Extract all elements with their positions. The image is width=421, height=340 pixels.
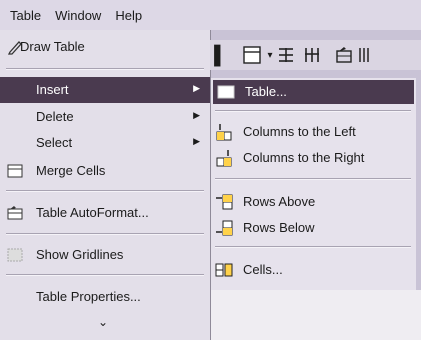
draw-table-label: Draw Table — [20, 39, 85, 54]
insert-table-icon[interactable] — [242, 45, 262, 65]
submenu-separator — [215, 178, 411, 180]
show-gridlines-item[interactable]: Show Gridlines — [0, 242, 210, 268]
menu-table[interactable]: Table — [8, 6, 43, 25]
merge-cells-label: Merge Cells — [36, 163, 106, 178]
table-menu: Draw Table Insert ▶ Delete ▶ Select ▶ Me… — [0, 30, 211, 340]
merge-cells-item[interactable]: Merge Cells — [0, 158, 210, 184]
insert-table-item[interactable]: Table... — [213, 80, 414, 104]
submenu-arrow-icon: ▶ — [193, 136, 200, 146]
chevron-down-icon: ⌄ — [98, 315, 109, 329]
tables-toolbar: ▐ ▾ — [208, 40, 421, 70]
menu-separator — [6, 190, 204, 192]
insert-rows-below-icon — [215, 219, 233, 237]
insert-columns-left-icon — [215, 123, 233, 141]
submenu-separator — [215, 246, 411, 248]
insert-cells-icon — [215, 261, 233, 279]
gridlines-icon — [6, 246, 24, 264]
insert-cells-label: Cells... — [243, 262, 283, 277]
table-autoformat-toolbar-icon[interactable] — [334, 45, 354, 65]
columns-right-item[interactable]: Columns to the Right — [211, 146, 416, 170]
draw-table-item[interactable]: Draw Table — [0, 34, 210, 60]
document-area — [211, 290, 421, 340]
insert-columns-right-icon — [215, 149, 233, 167]
insert-item[interactable]: Insert ▶ — [0, 77, 210, 103]
menu-bar: Table Window Help — [0, 0, 421, 30]
columns-left-label: Columns to the Left — [243, 124, 356, 139]
insert-rows-above-icon — [215, 193, 233, 211]
columns-right-label: Columns to the Right — [243, 150, 365, 165]
toolbar-column-icon[interactable]: ▐ — [204, 45, 224, 65]
rows-below-label: Rows Below — [243, 220, 315, 235]
insert-cells-item[interactable]: Cells... — [211, 258, 416, 282]
table-properties-item[interactable]: Table Properties... — [0, 284, 210, 310]
distribute-columns-icon[interactable] — [302, 45, 322, 65]
submenu-arrow-icon: ▶ — [193, 110, 200, 120]
menu-help[interactable]: Help — [113, 6, 144, 25]
menu-separator — [6, 274, 204, 276]
rows-above-label: Rows Above — [243, 194, 316, 209]
columns-left-item[interactable]: Columns to the Left — [211, 120, 416, 144]
table-autoformat-item[interactable]: Table AutoFormat... — [0, 200, 210, 226]
delete-label: Delete — [36, 109, 74, 124]
select-label: Select — [36, 135, 73, 150]
menu-window[interactable]: Window — [53, 6, 103, 25]
select-item[interactable]: Select ▶ — [0, 130, 210, 156]
insert-table-label: Table... — [245, 84, 287, 99]
menu-separator — [6, 233, 204, 235]
autoformat-icon — [6, 204, 24, 222]
sort-icon[interactable] — [356, 45, 376, 65]
distribute-rows-icon[interactable] — [276, 45, 296, 65]
delete-item[interactable]: Delete ▶ — [0, 104, 210, 130]
menu-separator — [6, 68, 204, 70]
insert-label: Insert — [36, 82, 69, 97]
table-autoformat-label: Table AutoFormat... — [36, 205, 149, 220]
show-gridlines-label: Show Gridlines — [36, 247, 124, 262]
table-properties-label: Table Properties... — [36, 289, 141, 304]
rows-below-item[interactable]: Rows Below — [211, 216, 416, 240]
submenu-separator — [215, 110, 411, 112]
submenu-arrow-icon: ▶ — [193, 83, 200, 93]
table-icon — [217, 83, 235, 101]
merge-cells-icon — [6, 162, 24, 180]
insert-submenu: Table... Columns to the Left Columns to … — [210, 78, 416, 291]
expand-menu-item[interactable]: ⌄ — [0, 310, 210, 336]
rows-above-item[interactable]: Rows Above — [211, 190, 416, 214]
